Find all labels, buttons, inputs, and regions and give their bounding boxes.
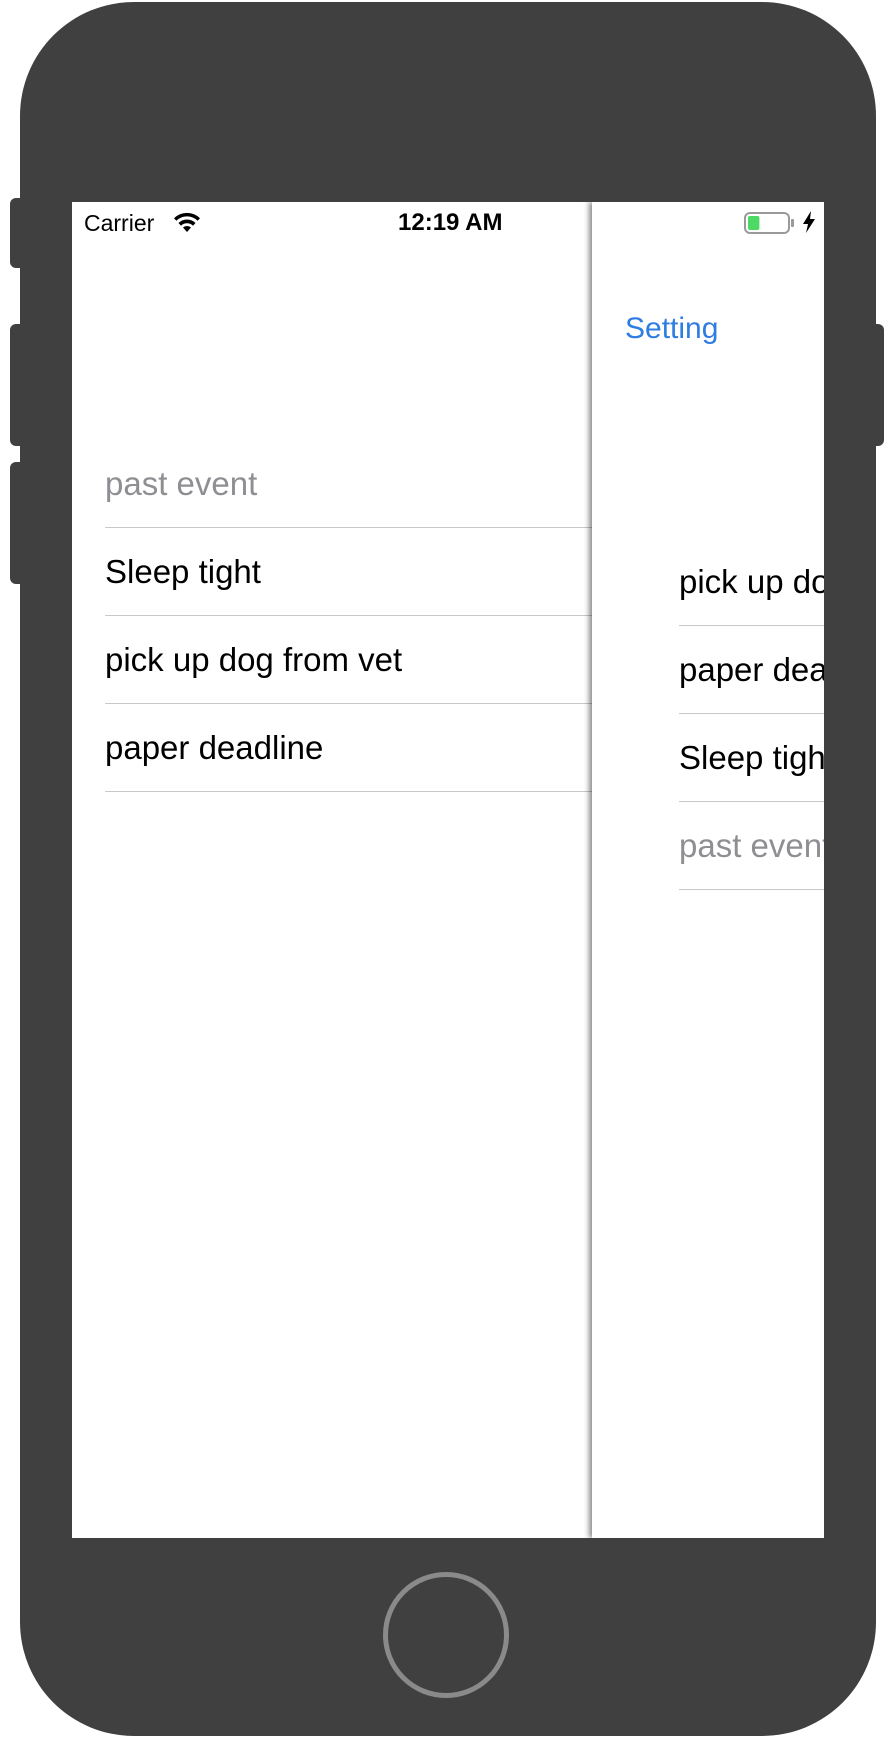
event-item-pick-up-dog[interactable]: pick up dog from vet — [679, 538, 824, 626]
menu-item-paper-deadline[interactable]: paper deadline — [105, 704, 592, 792]
screen: past event Sleep tight pick up dog from … — [72, 202, 824, 1538]
event-item-sleep-tight[interactable]: Sleep tight — [679, 714, 824, 802]
clock: 12:19 AM — [398, 209, 503, 236]
event-item-paper-deadline[interactable]: paper deadline — [679, 626, 824, 714]
event-item-past-event[interactable]: past event — [679, 802, 824, 890]
side-menu: past event Sleep tight pick up dog from … — [72, 202, 592, 1538]
power-button — [866, 324, 884, 446]
volume-down-button — [10, 462, 28, 584]
battery-icon — [744, 212, 794, 234]
mute-switch — [10, 198, 28, 268]
wifi-icon — [174, 212, 200, 232]
setting-button[interactable]: Setting — [625, 312, 718, 346]
event-list: pick up dog from vet paper deadline Slee… — [679, 538, 824, 890]
carrier-label: Carrier — [84, 210, 155, 236]
volume-up-button — [10, 324, 28, 446]
menu-list: past event Sleep tight pick up dog from … — [105, 440, 592, 792]
bolt-icon — [803, 211, 815, 233]
menu-item-pick-up-dog[interactable]: pick up dog from vet — [105, 616, 592, 704]
menu-item-past-event[interactable]: past event — [105, 440, 592, 528]
menu-item-sleep-tight[interactable]: Sleep tight — [105, 528, 592, 616]
home-button[interactable] — [383, 1572, 509, 1698]
main-content-pane[interactable]: Setting pick up dog from vet paper deadl… — [592, 202, 824, 1538]
status-bar: Carrier 12:19 AM — [72, 202, 824, 242]
